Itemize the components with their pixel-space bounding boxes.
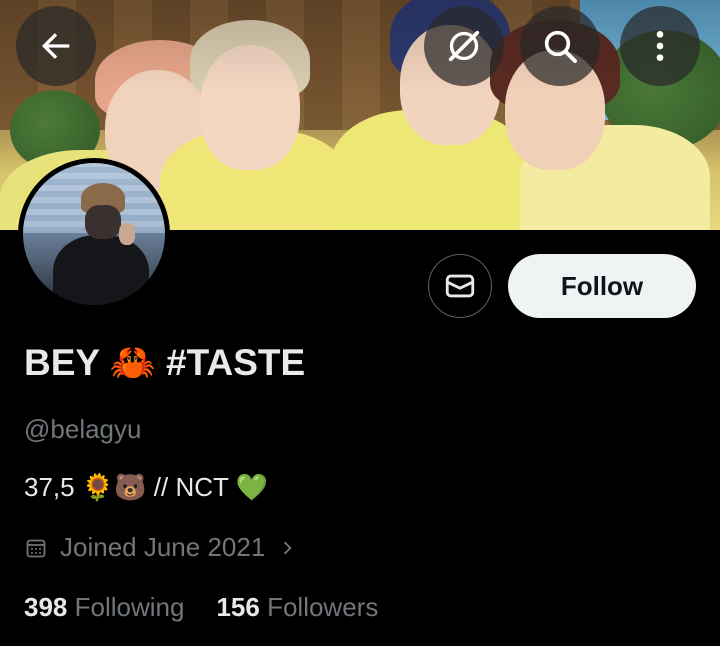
avatar-image — [23, 163, 165, 305]
avatar[interactable] — [18, 158, 170, 310]
search-icon — [544, 30, 577, 63]
following-stat[interactable]: 398 Following — [24, 592, 184, 623]
search-button[interactable] — [520, 6, 600, 86]
chevron-right-icon — [284, 541, 292, 554]
joined-date-row[interactable]: Joined June 2021 — [24, 532, 297, 563]
follow-button[interactable]: Follow — [508, 254, 696, 318]
joined-date: Joined June 2021 — [60, 532, 266, 562]
arrow-left-icon — [42, 33, 70, 59]
back-button[interactable] — [16, 6, 96, 86]
user-handle: @belagyu — [24, 414, 142, 444]
grok-icon — [448, 30, 480, 62]
message-button[interactable] — [428, 254, 492, 318]
followers-label: Followers — [267, 592, 379, 622]
followers-stat[interactable]: 156 Followers — [216, 592, 378, 623]
more-options-button[interactable] — [620, 6, 700, 86]
following-count: 398 — [24, 592, 68, 622]
profile-bio: 37,5 🌻🐻 // NCT 💚 — [24, 472, 269, 502]
grok-button[interactable] — [424, 6, 504, 86]
calendar-icon — [26, 539, 46, 557]
followers-count: 156 — [216, 592, 260, 622]
following-label: Following — [74, 592, 185, 622]
envelope-icon — [445, 274, 475, 298]
display-name: BEY 🦀 #TASTE — [24, 342, 306, 383]
follow-stats: 398 Following 156 Followers — [24, 592, 378, 623]
more-vertical-icon — [656, 31, 664, 61]
